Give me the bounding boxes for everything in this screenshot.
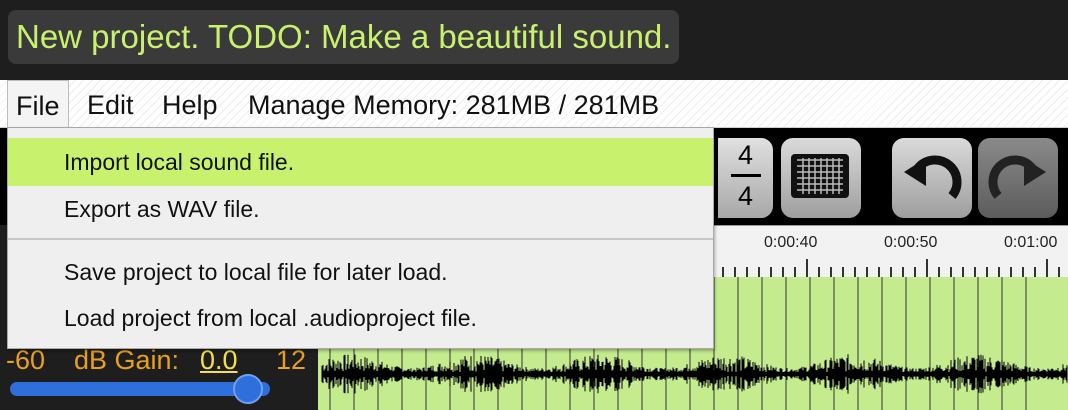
time-signature-top: 4: [737, 140, 754, 170]
redo-button[interactable]: [978, 138, 1058, 218]
menu-item-export-wav[interactable]: Export as WAV file.: [8, 185, 713, 233]
ruler-tick: [926, 259, 928, 277]
ruler-tick: [806, 259, 808, 277]
ruler-tick: [758, 267, 760, 277]
gain-value[interactable]: 0.0: [200, 345, 238, 376]
time-signature-button[interactable]: 4 4: [718, 138, 773, 218]
app-window: New project. TODO: Make a beautiful soun…: [0, 0, 1068, 410]
ruler-tick: [818, 267, 820, 277]
menu-file[interactable]: File: [7, 80, 69, 128]
ruler-tick: [722, 267, 724, 277]
ruler-tick: [830, 267, 832, 277]
gain-max-label: 12: [276, 345, 307, 375]
menu-separator: [8, 238, 713, 240]
ruler-tick: [842, 267, 844, 277]
timeline-label: 0:01:00: [1004, 234, 1058, 251]
waveform-path: [321, 354, 1068, 394]
gain-label: dB Gain:: [74, 345, 180, 375]
undo-icon: [904, 155, 962, 199]
ruler-tick: [1022, 267, 1024, 277]
ruler-tick: [974, 267, 976, 277]
menu-help[interactable]: Help: [154, 80, 226, 128]
time-signature-divider: [730, 174, 761, 177]
ruler-tick: [1034, 267, 1036, 277]
ruler-tick: [746, 267, 748, 277]
menu-item-load-project[interactable]: Load project from local .audioproject fi…: [8, 294, 713, 342]
redo-icon: [988, 155, 1046, 199]
grid-button[interactable]: [781, 138, 861, 218]
ruler-tick: [734, 267, 736, 277]
title-bar: New project. TODO: Make a beautiful soun…: [0, 0, 1068, 80]
ruler-tick: [782, 267, 784, 277]
gain-slider-handle[interactable]: [233, 374, 263, 404]
project-title[interactable]: New project. TODO: Make a beautiful soun…: [8, 10, 680, 64]
timeline-ruler[interactable]: 0:00:40 0:00:50 0:01:00: [714, 225, 1068, 277]
ruler-tick: [938, 267, 940, 277]
ruler-tick: [902, 267, 904, 277]
ruler-tick: [1010, 267, 1012, 277]
gain-min-label: -60: [6, 345, 46, 375]
gain-slider[interactable]: [10, 382, 270, 396]
menu-item-import[interactable]: Import local sound file.: [8, 138, 713, 186]
ruler-tick: [890, 267, 892, 277]
time-signature-bottom: 4: [737, 181, 754, 211]
ruler-tick: [866, 267, 868, 277]
file-menu-dropdown: Import local sound file. Export as WAV f…: [7, 127, 714, 349]
timeline-label: 0:00:50: [884, 234, 938, 251]
ruler-tick: [998, 267, 1000, 277]
timeline-label: 0:00:40: [764, 234, 818, 251]
menu-edit[interactable]: Edit: [79, 80, 142, 128]
ruler-tick: [878, 267, 880, 277]
gain-control: -60 dB Gain: 0.0 12: [6, 345, 312, 375]
undo-button[interactable]: [892, 138, 972, 218]
ruler-tick: [770, 267, 772, 277]
grid-icon: [791, 154, 849, 198]
manage-memory[interactable]: Manage Memory: 281MB / 281MB: [240, 80, 667, 128]
menu-item-save-project[interactable]: Save project to local file for later loa…: [8, 248, 713, 296]
ruler-tick: [1058, 267, 1060, 277]
ruler-tick: [1046, 259, 1048, 277]
ruler-tick: [794, 267, 796, 277]
ruler-tick: [962, 267, 964, 277]
ruler-tick: [914, 267, 916, 277]
ruler-tick: [986, 267, 988, 277]
ruler-tick: [854, 267, 856, 277]
menu-bar: File Edit Help Manage Memory: 281MB / 28…: [0, 80, 1068, 128]
ruler-tick: [950, 267, 952, 277]
